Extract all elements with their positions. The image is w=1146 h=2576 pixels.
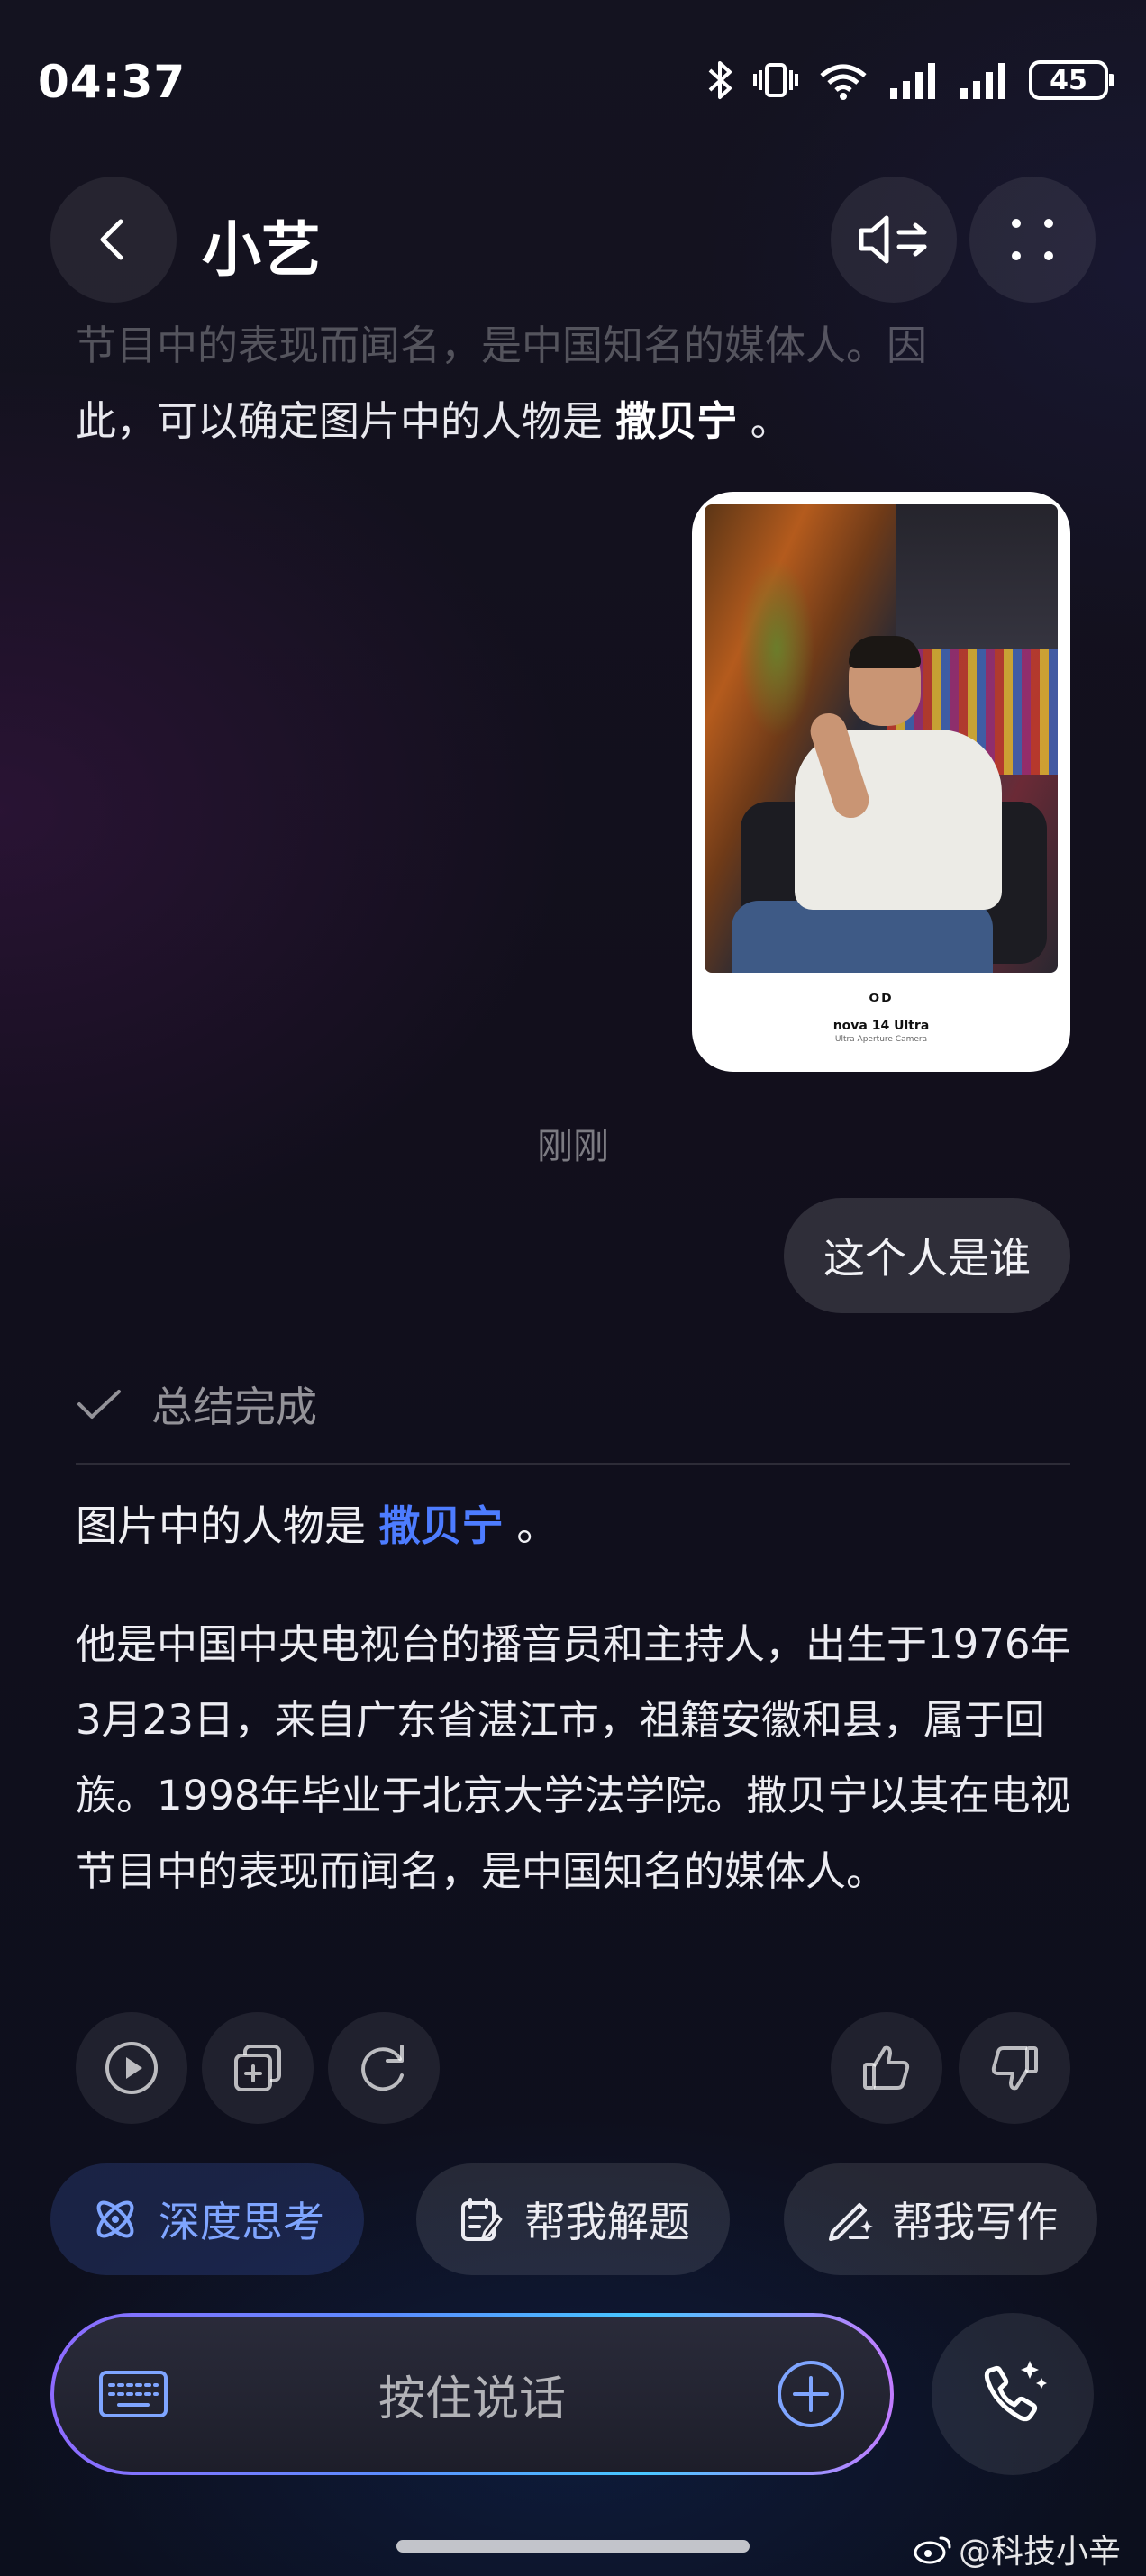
- message-timestamp: 刚刚: [537, 1126, 609, 1167]
- bluetooth-icon: [708, 61, 732, 99]
- copy-button[interactable]: [202, 2012, 314, 2124]
- person-name-link[interactable]: 撒贝宁: [379, 1501, 504, 1550]
- answer-body: 他是中国中央电视台的播音员和主持人，出生于1976年3月23日，来自广东省湛江市…: [76, 1620, 1071, 1895]
- home-indicator[interactable]: [396, 2540, 750, 2553]
- photo-brand: nova 14 Ultra: [832, 1019, 930, 1033]
- divider: [76, 1463, 1070, 1465]
- edit-note-icon: [461, 2198, 503, 2241]
- weibo-icon: [914, 2536, 951, 2564]
- battery-icon: 45: [1029, 60, 1114, 100]
- solve-problem-label: 帮我解题: [524, 2198, 690, 2246]
- vibrate-icon: [753, 63, 798, 97]
- phone-sparkle-icon: [984, 2361, 1047, 2422]
- solve-problem-chip[interactable]: 帮我解题: [416, 2163, 730, 2275]
- keyboard-icon[interactable]: [97, 2367, 169, 2421]
- wifi-icon: [820, 64, 867, 100]
- deep-think-label: 深度思考: [159, 2198, 324, 2246]
- dislike-button[interactable]: [959, 2012, 1070, 2124]
- weibo-watermark: @科技小辛: [914, 2526, 1121, 2572]
- grid-dots-icon: [1012, 219, 1053, 260]
- hold-to-talk-label: 按住说话: [377, 2372, 566, 2426]
- pen-sparkle-icon: [829, 2203, 873, 2241]
- help-write-chip[interactable]: 帮我写作: [784, 2163, 1097, 2275]
- previous-message-line2: 此，可以确定图片中的人物是 撒贝宁 。: [76, 384, 1076, 459]
- photo-image: [705, 504, 1058, 973]
- atom-icon: [96, 2200, 134, 2238]
- sent-photo-card[interactable]: ᴼᴰ nova 14 Ultra Ultra Aperture Camera: [692, 492, 1070, 1072]
- user-message-bubble[interactable]: 这个人是谁: [784, 1198, 1070, 1313]
- play-icon: [105, 2042, 158, 2094]
- summary-status[interactable]: 总结完成: [76, 1374, 317, 1434]
- thumbs-up-icon: [863, 2045, 910, 2090]
- photo-subtitle: Ultra Aperture Camera: [834, 1035, 928, 1044]
- previous-message-name: 撒贝宁: [615, 397, 738, 445]
- sound-toggle-button[interactable]: [831, 177, 957, 303]
- signal-icon: [890, 63, 935, 99]
- plus-circle-icon[interactable]: [775, 2358, 847, 2430]
- brand-logo-icon: ᴼᴰ: [869, 991, 894, 1013]
- photo-watermark: ᴼᴰ nova 14 Ultra Ultra Aperture Camera: [705, 973, 1058, 1063]
- help-write-label: 帮我写作: [892, 2198, 1058, 2246]
- back-button[interactable]: [50, 177, 177, 303]
- like-button[interactable]: [831, 2012, 942, 2124]
- deep-think-chip[interactable]: 深度思考: [50, 2163, 364, 2275]
- status-icons: 45: [706, 59, 1114, 101]
- speaker-icon: [859, 215, 927, 264]
- previous-message-prefix: 此，可以确定图片中的人物是: [76, 397, 616, 445]
- check-icon: [77, 1390, 121, 1419]
- answer-prefix: 图片中的人物是: [76, 1501, 379, 1550]
- page-title: 小艺: [202, 215, 321, 285]
- hold-to-talk-bar[interactable]: 按住说话: [50, 2313, 894, 2475]
- chevron-left-icon: [100, 219, 123, 260]
- copy-icon: [234, 2045, 281, 2091]
- voice-call-button[interactable]: [932, 2313, 1094, 2475]
- previous-message-suffix: 。: [737, 397, 791, 445]
- summary-status-label: 总结完成: [151, 1383, 317, 1431]
- play-button[interactable]: [76, 2012, 187, 2124]
- signal-icon: [960, 63, 1005, 99]
- answer-headline: 图片中的人物是 撒贝宁 。: [76, 1492, 558, 1560]
- previous-message: 节目中的表现而闻名，是中国知名的媒体人。因 此，可以确定图片中的人物是 撒贝宁 …: [76, 308, 1076, 459]
- regenerate-button[interactable]: [328, 2012, 440, 2124]
- hold-to-talk-inner: 按住说话: [54, 2317, 890, 2472]
- thumbs-down-icon: [991, 2046, 1038, 2091]
- more-button[interactable]: [969, 177, 1096, 303]
- answer-suffix: 。: [503, 1501, 559, 1550]
- status-time: 04:37: [38, 56, 186, 108]
- previous-message-line1: 节目中的表现而闻名，是中国知名的媒体人。因: [76, 322, 928, 369]
- watermark-text: @科技小辛: [958, 2534, 1121, 2571]
- regenerate-icon: [361, 2045, 404, 2091]
